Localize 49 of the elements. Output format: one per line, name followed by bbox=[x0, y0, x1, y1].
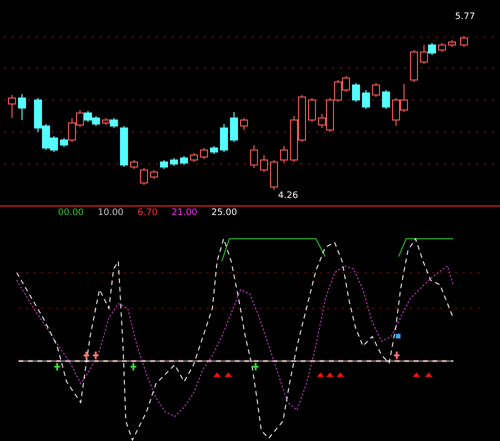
indicator-reading: 00.00 bbox=[58, 207, 84, 219]
high-price-label: 5.77 bbox=[455, 12, 476, 22]
candlestick bbox=[438, 42, 446, 52]
signal-marker bbox=[92, 352, 99, 360]
candlestick bbox=[260, 154, 268, 172]
signal-marker bbox=[316, 372, 324, 378]
signal-marker bbox=[396, 334, 400, 338]
candlestick bbox=[362, 90, 370, 110]
candlestick bbox=[382, 90, 390, 110]
signal-marker bbox=[224, 372, 232, 378]
candlestick bbox=[230, 112, 238, 142]
candlestick bbox=[240, 118, 248, 130]
candlestick bbox=[250, 144, 258, 168]
candlestick bbox=[130, 160, 138, 170]
candlestick bbox=[8, 94, 16, 118]
signal-marker bbox=[424, 372, 432, 378]
candlestick bbox=[200, 148, 208, 160]
candlestick bbox=[220, 124, 228, 152]
signal-marker bbox=[130, 362, 136, 370]
low-price-label: 4.26 bbox=[278, 191, 298, 201]
candlestick bbox=[160, 160, 168, 170]
candlestick bbox=[150, 170, 158, 180]
candlestick bbox=[352, 82, 360, 102]
candlestick bbox=[190, 152, 198, 162]
candlestick bbox=[410, 50, 418, 82]
candlestick bbox=[180, 156, 188, 166]
candlestick bbox=[280, 146, 288, 164]
candlestick bbox=[372, 82, 380, 98]
signal-marker bbox=[412, 372, 420, 378]
candlestick bbox=[270, 160, 278, 190]
candlestick bbox=[18, 94, 26, 120]
indicator-reading: 6.70 bbox=[138, 207, 158, 219]
signal-marker bbox=[252, 362, 258, 370]
candlestick bbox=[210, 146, 218, 154]
indicator-reading: 25.00 bbox=[211, 207, 238, 219]
candlestick bbox=[448, 40, 456, 48]
signal-marker bbox=[54, 362, 60, 370]
indicator-reading: 10.00 bbox=[98, 207, 124, 219]
signal-marker bbox=[326, 372, 334, 378]
candlestick bbox=[170, 158, 178, 166]
signal-marker bbox=[213, 372, 221, 378]
candlestick bbox=[460, 36, 468, 48]
signal-marker bbox=[336, 372, 344, 378]
candlestick bbox=[140, 168, 148, 186]
candlestick bbox=[120, 126, 128, 168]
signal-marker bbox=[84, 352, 90, 360]
signal-marker bbox=[394, 352, 400, 360]
indicator-reading: 21.00 bbox=[172, 207, 198, 219]
candlestick bbox=[308, 98, 316, 122]
